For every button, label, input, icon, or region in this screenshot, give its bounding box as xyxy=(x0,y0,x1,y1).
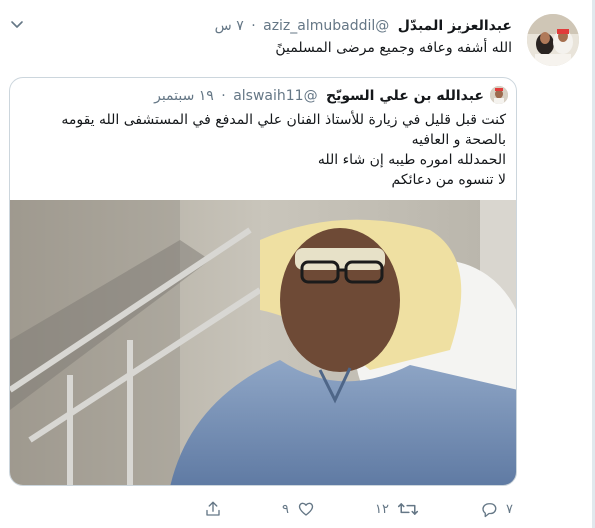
author-handle[interactable]: @aziz_almubaddil xyxy=(263,18,389,34)
quoted-text-line: بالصحة و العافيه xyxy=(411,132,506,148)
quoted-photo[interactable] xyxy=(10,200,516,485)
author-name[interactable]: عبدالعزيز المبدّل xyxy=(398,18,512,34)
quoted-text-line: الحمدلله اموره طيبه إن شاء الله xyxy=(317,152,506,168)
quoted-author-name[interactable]: عبدالله بن علي السويّح xyxy=(326,88,484,104)
quoted-text-line: لا تنسوه من دعائكم xyxy=(391,172,506,188)
chevron-down-icon[interactable] xyxy=(10,20,24,30)
quoted-tweet[interactable]: عبدالله بن علي السويّح @alswaih11 · ١٩ س… xyxy=(9,77,517,486)
tweet-header: عبدالعزيز المبدّل @aziz_almubaddil · ٧ س xyxy=(215,16,512,36)
quoted-avatar[interactable] xyxy=(490,86,508,104)
tweet-actions: ٧ ١٢ ٩ xyxy=(0,497,592,521)
quoted-header: عبدالله بن علي السويّح @alswaih11 · ١٩ س… xyxy=(154,86,484,106)
tweet-text: الله أشفه وعافه وجميع مرضى المسلمينً xyxy=(275,40,512,56)
quoted-separator-dot: · xyxy=(221,88,226,104)
retweet-icon[interactable] xyxy=(397,500,419,518)
separator-dot: · xyxy=(251,18,256,34)
quoted-timestamp[interactable]: ١٩ سبتمبر xyxy=(154,88,214,104)
quoted-text-line: كنت قبل قليل في زيارة للأستاذ الفنان علي… xyxy=(61,112,506,128)
quoted-author-handle[interactable]: @alswaih11 xyxy=(233,88,317,104)
share-icon[interactable] xyxy=(204,500,222,518)
share-action[interactable] xyxy=(204,497,222,521)
retweet-count: ١٢ xyxy=(375,501,389,517)
reply-icon[interactable] xyxy=(480,500,498,518)
tweet[interactable]: عبدالعزيز المبدّل @aziz_almubaddil · ٧ س… xyxy=(0,0,592,528)
like-action[interactable]: ٩ xyxy=(282,497,315,521)
avatar[interactable] xyxy=(527,14,579,66)
timestamp[interactable]: ٧ س xyxy=(215,18,244,34)
retweet-action[interactable]: ١٢ xyxy=(375,497,419,521)
like-count: ٩ xyxy=(282,501,289,517)
heart-icon[interactable] xyxy=(297,500,315,518)
quoted-text: كنت قبل قليل في زيارة للأستاذ الفنان علي… xyxy=(16,110,506,190)
reply-count: ٧ xyxy=(506,501,513,517)
reply-action[interactable]: ٧ xyxy=(480,497,513,521)
